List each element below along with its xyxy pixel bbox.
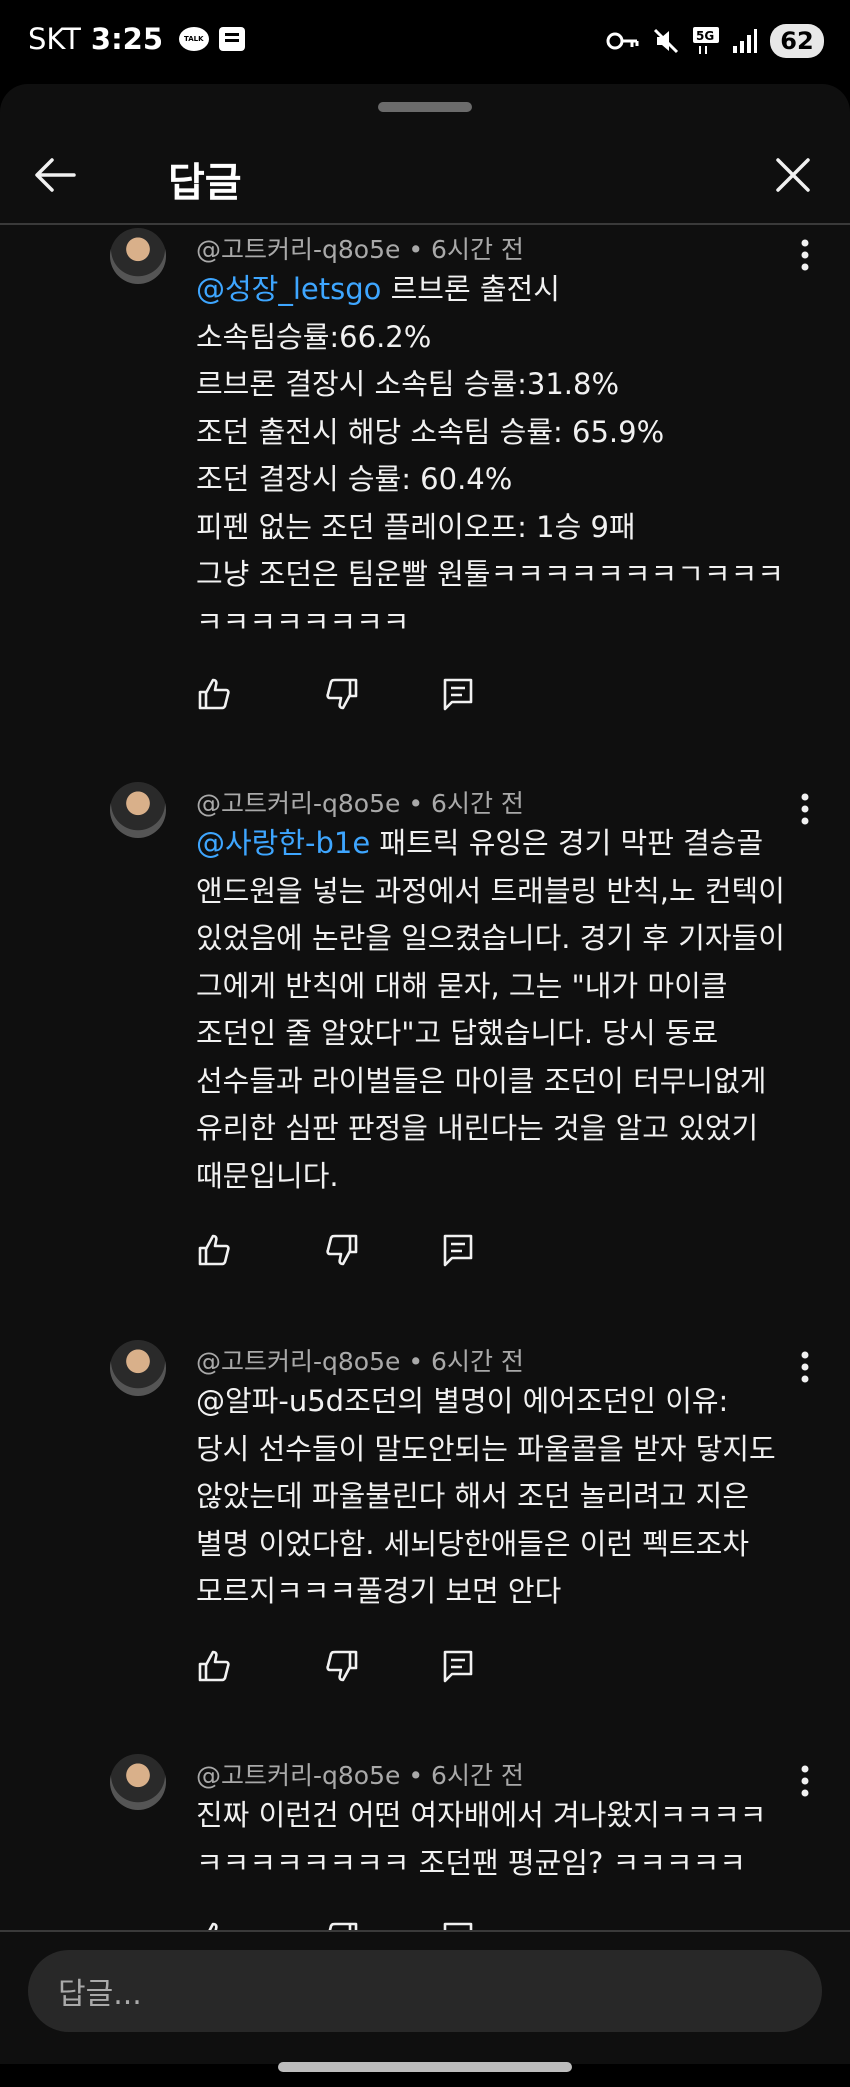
back-button[interactable] <box>30 150 80 200</box>
comment-body: 르브론 출전시 소속팀승률:66.2% 르브론 결장시 소속팀 승률:31.8%… <box>196 272 784 639</box>
page-title: 답글 <box>168 160 242 206</box>
comment-meta: @고트커리-q8o5e • 6시간 전 <box>196 1756 524 1792</box>
comment-author[interactable]: @고트커리-q8o5e <box>196 1347 400 1376</box>
comment-time: 6시간 전 <box>431 235 524 264</box>
meta-separator: • <box>408 1761 432 1790</box>
news-icon <box>219 27 246 51</box>
like-icon[interactable] <box>196 1648 232 1684</box>
avatar[interactable] <box>110 782 166 838</box>
reply-input[interactable]: 답글... <box>28 1950 822 2032</box>
meta-separator: • <box>408 789 432 818</box>
avatar[interactable] <box>110 228 166 284</box>
comment-text: @알파-u5d조던의 별명이 에어조던인 이유: 당시 선수들이 말도안되는 파… <box>196 1378 796 1616</box>
dislike-icon[interactable] <box>324 676 360 712</box>
comment-meta: @고트커리-q8o5e • 6시간 전 <box>196 784 524 820</box>
comment-body: @알파-u5d조던의 별명이 에어조던인 이유: 당시 선수들이 말도안되는 파… <box>196 1384 776 1608</box>
status-right: 5G 62 <box>606 24 824 58</box>
reply-placeholder: 답글... <box>58 1977 142 2012</box>
comment-body: 패트릭 유잉은 경기 막판 결승골 앤드원을 넣는 과정에서 트래블링 반칙,노… <box>196 826 785 1193</box>
drag-handle[interactable] <box>378 102 472 112</box>
dislike-icon[interactable] <box>324 1232 360 1268</box>
comment-text: @성장_letsgo 르브론 출전시 소속팀승률:66.2% 르브론 결장시 소… <box>196 266 796 646</box>
mention-link[interactable]: @성장_letsgo <box>196 272 381 306</box>
status-bar: SKT 3:25 5G 62 <box>0 0 850 84</box>
comment-meta: @고트커리-q8o5e • 6시간 전 <box>196 1342 524 1378</box>
meta-separator: • <box>408 1347 432 1376</box>
comment-body: 진짜 이런건 어떤 여자배에서 겨나왔지ㅋㅋㅋㅋ ㅋㅋㅋㅋㅋㅋㅋㅋ 조던팬 평균… <box>196 1798 767 1880</box>
like-icon[interactable] <box>196 676 232 712</box>
comment-time: 6시간 전 <box>431 1347 524 1376</box>
home-indicator[interactable] <box>278 2062 572 2072</box>
status-left: SKT 3:25 <box>28 22 246 56</box>
mute-icon <box>653 28 679 54</box>
reply-icon[interactable] <box>440 676 476 712</box>
5g-icon: 5G <box>693 27 719 54</box>
comment-actions <box>196 676 496 716</box>
more-options-icon[interactable] <box>800 238 810 272</box>
comment-actions <box>196 1232 496 1272</box>
clock: 3:25 <box>90 22 164 56</box>
comment-text: 진짜 이런건 어떤 여자배에서 겨나왔지ㅋㅋㅋㅋ ㅋㅋㅋㅋㅋㅋㅋㅋ 조던팬 평균… <box>196 1792 796 1887</box>
avatar[interactable] <box>110 1340 166 1396</box>
avatar[interactable] <box>110 1754 166 1810</box>
signal-icon <box>733 29 757 53</box>
comment-actions <box>196 1648 496 1688</box>
sheet-header: 답글 <box>0 128 850 224</box>
meta-separator: • <box>408 235 432 264</box>
comment-time: 6시간 전 <box>431 1761 524 1790</box>
comment-author[interactable]: @고트커리-q8o5e <box>196 1761 400 1790</box>
close-button[interactable] <box>768 150 818 200</box>
comment-text: @사랑한-b1e 패트릭 유잉은 경기 막판 결승골 앤드원을 넣는 과정에서 … <box>196 820 796 1200</box>
dislike-icon[interactable] <box>324 1648 360 1684</box>
like-icon[interactable] <box>196 1232 232 1268</box>
reply-icon[interactable] <box>440 1232 476 1268</box>
more-options-icon[interactable] <box>800 1764 810 1798</box>
mention-link[interactable]: @사랑한-b1e <box>196 826 370 860</box>
carrier-label: SKT <box>28 22 81 56</box>
header-divider <box>0 223 850 225</box>
more-options-icon[interactable] <box>800 792 810 826</box>
battery-icon: 62 <box>770 24 824 58</box>
reply-icon[interactable] <box>440 1648 476 1684</box>
comment-time: 6시간 전 <box>431 789 524 818</box>
comment-author[interactable]: @고트커리-q8o5e <box>196 235 400 264</box>
comment-author[interactable]: @고트커리-q8o5e <box>196 789 400 818</box>
comment-meta: @고트커리-q8o5e • 6시간 전 <box>196 230 524 266</box>
replies-sheet: 답글 @고트커리-q8o5e • 6시간 전 @성장_letsgo 르브론 출전… <box>0 84 850 2064</box>
more-options-icon[interactable] <box>800 1350 810 1384</box>
comment-list[interactable]: @고트커리-q8o5e • 6시간 전 @성장_letsgo 르브론 출전시 소… <box>0 226 850 2014</box>
reply-bar: 답글... <box>0 1930 850 2042</box>
key-icon <box>606 32 639 50</box>
talk-icon <box>179 27 210 51</box>
svg-text:5G: 5G <box>696 29 714 43</box>
